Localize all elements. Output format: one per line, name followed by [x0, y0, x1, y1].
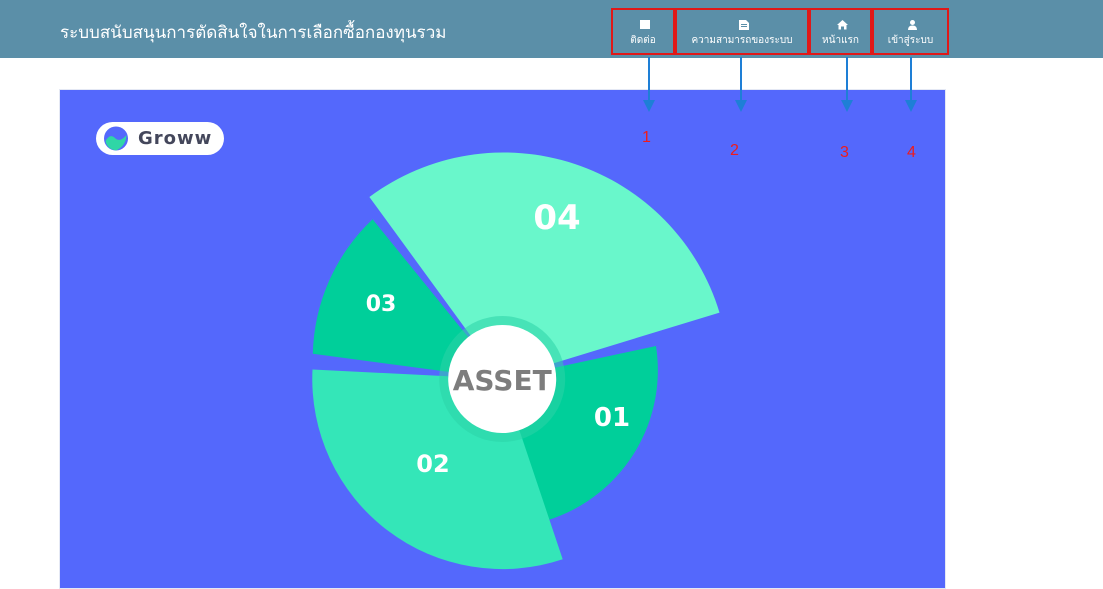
annotation-label-3: 3: [840, 144, 849, 161]
annotation-label-4: 4: [907, 144, 916, 161]
arrow-3-head: [841, 100, 853, 112]
arrow-4-head: [905, 100, 917, 112]
annotation-label-2: 2: [730, 142, 739, 159]
annotation-arrows: [643, 57, 917, 112]
arrow-2-head: [735, 100, 747, 112]
annotation-label-1: 1: [642, 129, 651, 146]
arrow-1-head: [643, 100, 655, 112]
